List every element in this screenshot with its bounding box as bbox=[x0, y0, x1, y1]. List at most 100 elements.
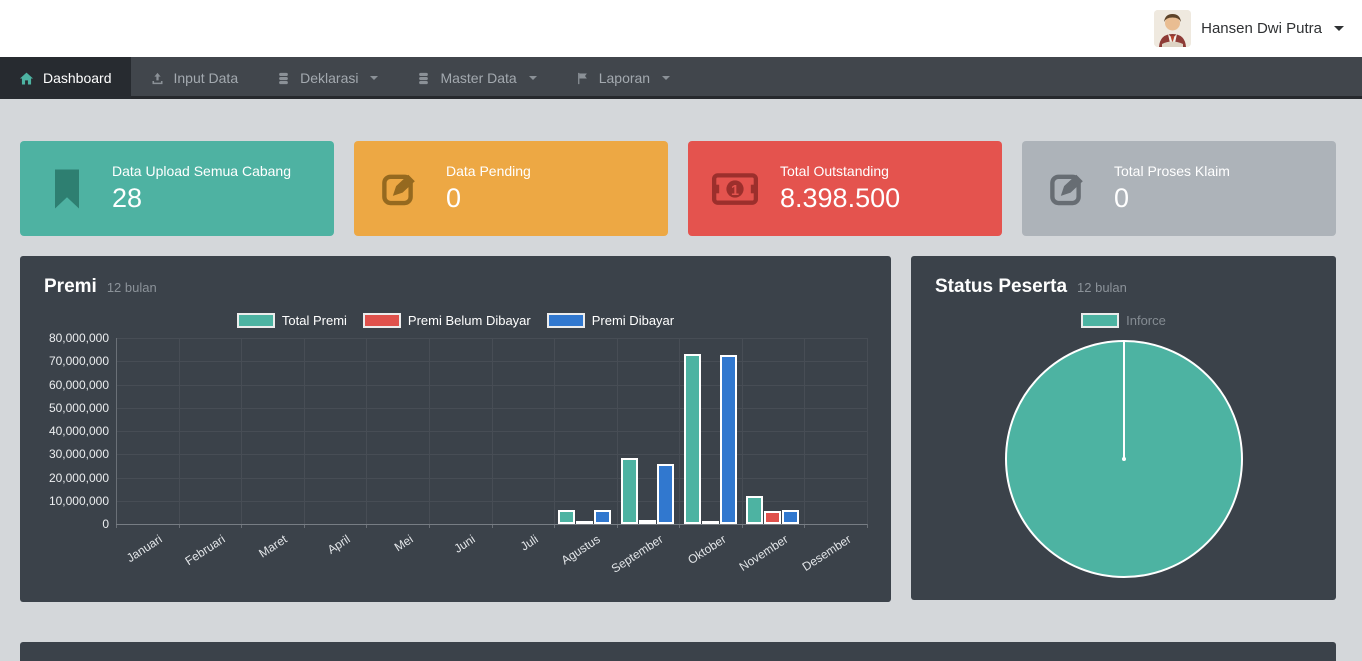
panel-subtitle: 12 bulan bbox=[1077, 280, 1127, 295]
x-axis-label: Januari bbox=[124, 532, 165, 565]
legend-item-premi-belum-dibayar: Premi Belum Dibayar bbox=[363, 313, 531, 328]
y-axis-label: 40,000,000 bbox=[49, 424, 109, 438]
user-menu[interactable]: Hansen Dwi Putra bbox=[1154, 10, 1344, 47]
user-name: Hansen Dwi Putra bbox=[1201, 20, 1322, 37]
stat-label: Total Outstanding bbox=[780, 163, 900, 179]
bar-premi-dibayar bbox=[720, 355, 737, 524]
nav-item-laporan[interactable]: Laporan bbox=[556, 57, 689, 99]
stat-label: Total Proses Klaim bbox=[1114, 163, 1230, 179]
v-gridline bbox=[617, 338, 618, 524]
user-avatar bbox=[1154, 10, 1191, 47]
caret-down-icon bbox=[662, 76, 670, 80]
nav-item-master-data[interactable]: Master Data bbox=[397, 57, 555, 99]
x-axis-label: Agustus bbox=[559, 532, 603, 567]
y-axis-label: 0 bbox=[102, 517, 109, 531]
card-total-outstanding: 1 Total Outstanding 8.398.500 bbox=[688, 141, 1002, 236]
panel-title: Premi bbox=[44, 276, 97, 298]
y-axis-label: 50,000,000 bbox=[49, 401, 109, 415]
plafond-panel: Plafond 12 bulan bbox=[20, 642, 1336, 661]
premi-chart-legend: Total Premi Premi Belum Dibayar Premi Diba… bbox=[44, 312, 867, 328]
x-axis-label: Oktober bbox=[685, 532, 728, 567]
premi-panel: Premi 12 bulan Total Premi Premi Belum Di… bbox=[20, 256, 891, 602]
y-axis: 010,000,00020,000,00030,000,00040,000,00… bbox=[44, 338, 116, 524]
v-gridline bbox=[179, 338, 180, 524]
v-gridline bbox=[366, 338, 367, 524]
v-gridline bbox=[429, 338, 430, 524]
stat-value: 8.398.500 bbox=[780, 184, 900, 214]
top-header: Hansen Dwi Putra bbox=[0, 0, 1362, 57]
nav-item-input-data[interactable]: Input Data bbox=[131, 57, 258, 99]
bar-total-premi bbox=[684, 354, 701, 524]
nav-item-label: Input Data bbox=[174, 70, 239, 86]
bar-premi-belum-dibayar bbox=[764, 511, 781, 524]
legend-label: Premi Dibayar bbox=[592, 313, 674, 328]
pie-slice-inforce bbox=[1005, 340, 1243, 578]
y-axis-label: 10,000,000 bbox=[49, 494, 109, 508]
legend-swatch bbox=[237, 313, 275, 328]
v-gridline bbox=[304, 338, 305, 524]
card-total-proses-klaim: Total Proses Klaim 0 bbox=[1022, 141, 1336, 236]
v-gridline bbox=[492, 338, 493, 524]
bar-total-premi bbox=[621, 458, 638, 524]
v-gridline bbox=[804, 338, 805, 524]
bar-total-premi bbox=[558, 510, 575, 524]
panel-subtitle: 12 bulan bbox=[107, 280, 157, 295]
x-axis-label: Juni bbox=[452, 532, 478, 556]
y-axis-label: 70,000,000 bbox=[49, 354, 109, 368]
status-peserta-panel: Status Peserta 12 bulan Inforce bbox=[911, 256, 1336, 600]
nav-item-label: Dashboard bbox=[43, 70, 112, 86]
nav-item-label: Deklarasi bbox=[300, 70, 358, 86]
stat-label: Data Upload Semua Cabang bbox=[112, 163, 291, 179]
x-axis-label: Februari bbox=[182, 532, 227, 568]
legend-swatch bbox=[363, 313, 401, 328]
nav-item-label: Laporan bbox=[599, 70, 650, 86]
plot-area: JanuariFebruariMaretAprilMeiJuniJuliAgus… bbox=[116, 338, 867, 524]
bookmark-icon bbox=[44, 168, 90, 210]
status-panel-header: Status Peserta 12 bulan bbox=[935, 276, 1312, 298]
pie-center-dot bbox=[1122, 457, 1126, 461]
legend-label: Premi Belum Dibayar bbox=[408, 313, 531, 328]
charts-row: Premi 12 bulan Total Premi Premi Belum Di… bbox=[20, 256, 1336, 661]
bar-premi-dibayar bbox=[657, 464, 674, 524]
pie-chart-legend: Inforce bbox=[935, 312, 1312, 328]
premi-bar-chart: 010,000,00020,000,00030,000,00040,000,00… bbox=[44, 338, 867, 524]
y-axis-label: 80,000,000 bbox=[49, 331, 109, 345]
legend-item-inforce: Inforce bbox=[1081, 313, 1166, 328]
stat-value: 28 bbox=[112, 184, 291, 214]
stat-value: 0 bbox=[446, 184, 531, 214]
x-axis-label: September bbox=[609, 532, 666, 576]
bar-group-oktober bbox=[684, 354, 737, 524]
database-icon bbox=[276, 71, 291, 86]
edit-pencil-icon bbox=[378, 168, 424, 210]
v-gridline bbox=[554, 338, 555, 524]
x-axis-label: Maret bbox=[257, 532, 290, 560]
legend-item-premi-dibayar: Premi Dibayar bbox=[547, 313, 674, 328]
h-gridline bbox=[116, 524, 867, 525]
y-axis-label: 20,000,000 bbox=[49, 471, 109, 485]
flag-icon bbox=[575, 71, 590, 86]
y-axis-label: 30,000,000 bbox=[49, 447, 109, 461]
nav-item-deklarasi[interactable]: Deklarasi bbox=[257, 57, 397, 99]
legend-label: Total Premi bbox=[282, 313, 347, 328]
legend-swatch bbox=[547, 313, 585, 328]
banknote-icon: 1 bbox=[712, 172, 758, 206]
legend-label: Inforce bbox=[1126, 313, 1166, 328]
bar-group-agustus bbox=[558, 510, 611, 524]
home-icon bbox=[19, 71, 34, 86]
legend-item-total-premi: Total Premi bbox=[237, 313, 347, 328]
nav-item-dashboard[interactable]: Dashboard bbox=[0, 57, 131, 99]
x-axis-label: November bbox=[737, 532, 791, 574]
card-data-upload: Data Upload Semua Cabang 28 bbox=[20, 141, 334, 236]
y-axis-label: 60,000,000 bbox=[49, 378, 109, 392]
v-gridline bbox=[867, 338, 868, 524]
database-icon bbox=[416, 71, 431, 86]
x-axis-label: Mei bbox=[391, 532, 415, 554]
stat-label: Data Pending bbox=[446, 163, 531, 179]
content-area: Data Upload Semua Cabang 28 Data Pending… bbox=[0, 99, 1362, 661]
premi-panel-header: Premi 12 bulan bbox=[44, 276, 867, 298]
bar-premi-dibayar bbox=[594, 510, 611, 524]
card-data-pending: Data Pending 0 bbox=[354, 141, 668, 236]
stat-value: 0 bbox=[1114, 184, 1230, 214]
bar-premi-dibayar bbox=[782, 510, 799, 524]
bar-group-september bbox=[621, 458, 674, 524]
